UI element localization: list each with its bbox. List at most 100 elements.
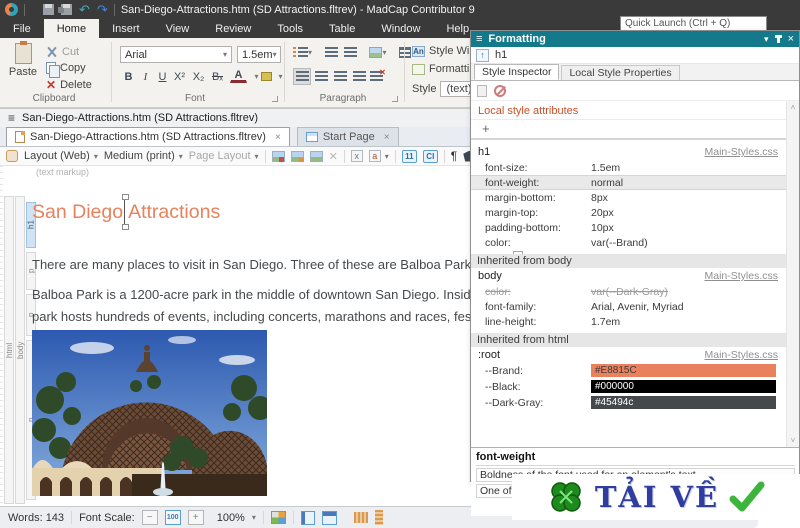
add-attribute-button[interactable]: + [471,120,786,140]
scroll-down-icon[interactable]: ˅ [791,436,796,445]
style-row[interactable]: padding-bottom:10px [471,220,786,235]
align-center-button[interactable] [312,68,330,85]
save-icon[interactable] [43,4,54,15]
align-left-button[interactable] [293,68,311,85]
html-tag-bar[interactable]: html [4,196,14,504]
tab-review[interactable]: Review [202,19,264,38]
font-family-combo[interactable]: Arial ▾ [120,46,232,63]
ruler-icon[interactable] [354,512,368,523]
cut-button[interactable]: Cut [46,46,79,58]
tab-file[interactable]: File [0,19,44,38]
formatting-panel-header[interactable]: ≡ Formatting ▾ × [471,31,799,47]
indent-button[interactable] [341,44,359,61]
italic-button[interactable]: I [137,68,154,85]
stylesheet-link[interactable]: Main-Styles.css [704,349,778,361]
css-variable-row[interactable]: --Dark-Gray: #45494c [471,395,786,410]
image-properties-icon[interactable] [291,151,304,162]
layout-grid-icon[interactable] [271,511,286,524]
paragraph-image-button[interactable]: ▾ [365,44,391,61]
disable-style-icon[interactable] [494,85,506,97]
remove-formatting-button[interactable]: Bₓ [209,68,226,85]
hamburger-icon[interactable]: ≡ [476,33,482,45]
show-markers-button[interactable]: ¶ [451,149,457,163]
panel-scrollbar[interactable]: ˄ ˅ [786,101,799,447]
tab-start-page[interactable]: Start Page × [297,127,399,146]
close-icon[interactable]: × [275,132,281,143]
pin-icon[interactable] [777,35,780,43]
outdent-button[interactable] [322,44,340,61]
bullet-list-button[interactable]: ▾ [293,44,317,61]
medium-dropdown[interactable]: Medium (print) ▾ [104,150,183,162]
scroll-up-icon[interactable]: ˄ [791,103,796,112]
tab-style-inspector[interactable]: Style Inspector [474,64,559,80]
style-row[interactable]: line-height:1.7em [471,314,786,329]
snippet-icon[interactable] [310,151,323,162]
justify-button[interactable] [350,68,368,85]
superscript-button[interactable]: X² [171,68,188,85]
condition-indicator-2-icon[interactable]: CI [423,150,438,163]
save-all-icon[interactable] [61,4,72,15]
style-row[interactable]: color:var(--Brand) [471,235,786,250]
insert-image-icon[interactable] [272,151,285,162]
style-row[interactable]: margin-top:20px [471,205,786,220]
font-scale-reset-button[interactable]: 100 [165,510,181,525]
ruler-vertical-icon[interactable] [375,510,383,525]
delete-button[interactable]: ✕ Delete [46,78,92,92]
underline-button[interactable]: U [154,68,171,85]
close-icon[interactable]: × [788,33,794,45]
tab-view[interactable]: View [153,19,203,38]
style-row-selected[interactable]: font-weight:normal [471,175,786,190]
divider [395,150,396,163]
property-name: font-size: [485,162,591,174]
style-row[interactable]: margin-bottom:8px [471,190,786,205]
quick-launch-input[interactable]: Quick Launch (Ctrl + Q) [620,16,767,31]
paragraph-dialog-launcher[interactable] [392,96,398,102]
tab-insert[interactable]: Insert [99,19,153,38]
vertical-ruler-toggle-icon[interactable] [301,511,315,525]
copy-button[interactable]: Copy [46,62,86,74]
send-topic-icon[interactable] [6,150,18,162]
variables-icon[interactable]: x [351,150,363,162]
bold-button[interactable]: B [120,68,137,85]
redo-icon[interactable]: ↷ [97,4,108,15]
chevron-down-icon: ▾ [308,48,312,57]
style-row[interactable]: font-size:1.5em [471,160,786,175]
divider [293,511,294,524]
font-scale-increase-button[interactable]: + [188,510,204,525]
css-variable-row[interactable]: --Black: #000000 [471,379,786,394]
font-scale-decrease-button[interactable]: − [142,510,158,525]
tab-window[interactable]: Window [368,19,433,38]
up-arrow-icon[interactable]: ↑ [476,49,489,62]
font-size-combo[interactable]: 1.5em ▾ [237,46,281,63]
highlight-caret[interactable]: ▾ [272,68,289,85]
paste-button[interactable]: Paste [7,43,39,91]
hamburger-icon[interactable]: ≡ [8,111,15,125]
css-variable-row[interactable]: --Brand: #E8815C [471,363,786,378]
align-right-button[interactable] [331,68,349,85]
font-dialog-launcher[interactable] [272,96,278,102]
tab-tools[interactable]: Tools [264,19,316,38]
zoom-dropdown-icon[interactable]: ▾ [252,513,256,522]
subscript-button[interactable]: X₂ [190,68,207,85]
style-row-overridden[interactable]: color:var(--Dark-Gray) [471,284,786,299]
font-color-button[interactable]: A [230,68,247,83]
property-name: color: [485,237,591,249]
variable-name: --Brand: [485,365,591,377]
tab-table[interactable]: Table [316,19,368,38]
stylesheet-link[interactable]: Main-Styles.css [704,146,778,158]
clear-paragraph-button[interactable]: ✕ [369,68,387,85]
tab-san-diego-attractions[interactable]: San-Diego-Attractions.htm (SD Attraction… [6,127,290,146]
layout-dropdown[interactable]: Layout (Web) ▾ [24,150,98,162]
panel-menu-caret-icon[interactable]: ▾ [764,34,769,45]
horizontal-ruler-toggle-icon[interactable] [322,511,337,525]
close-icon[interactable]: × [384,132,390,143]
tab-home[interactable]: Home [44,19,99,38]
new-style-icon[interactable] [477,85,487,97]
undo-icon[interactable]: ↶ [79,4,90,15]
tab-local-style-properties[interactable]: Local Style Properties [561,65,679,80]
style-row[interactable]: font-family:Arial, Avenir, Myriad [471,299,786,314]
body-tag-bar[interactable]: body [15,196,25,504]
condition-indicator-1-icon[interactable]: 11 [402,150,417,163]
stylesheet-link[interactable]: Main-Styles.css [704,270,778,282]
text-attributes-dropdown[interactable]: a ▾ [369,150,389,162]
